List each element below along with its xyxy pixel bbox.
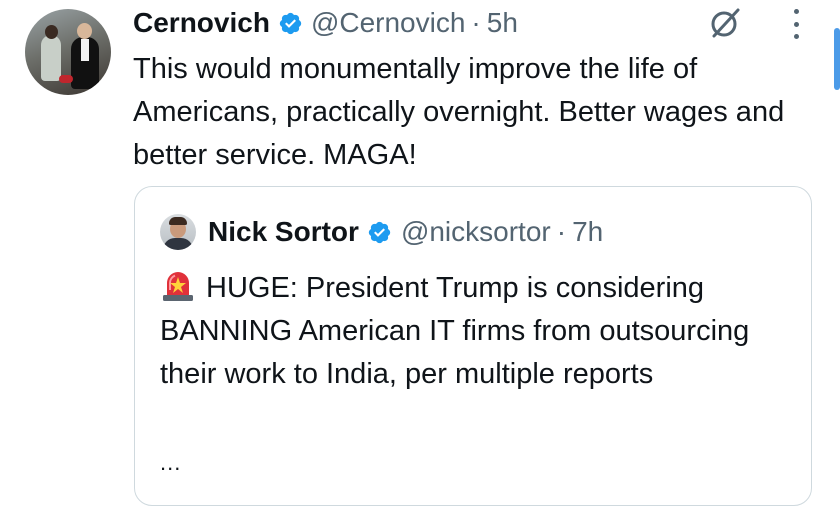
tweet-header: Cernovich @Cernovich · 5h bbox=[133, 4, 518, 42]
grok-icon[interactable] bbox=[707, 5, 743, 41]
truncation-ellipsis: ... bbox=[160, 450, 182, 475]
avatar-hair bbox=[169, 217, 187, 225]
verified-badge-icon bbox=[279, 12, 302, 34]
quoted-tweet-text: HUGE: President Trump is considering BAN… bbox=[160, 272, 750, 390]
quoted-author-name[interactable]: Nick Sortor bbox=[208, 216, 359, 248]
avatar-shirt bbox=[81, 39, 89, 61]
verified-badge-icon bbox=[368, 221, 391, 243]
scrollbar[interactable] bbox=[834, 28, 840, 90]
author-avatar[interactable] bbox=[25, 9, 111, 95]
avatar-figure-head bbox=[45, 25, 58, 39]
quoted-tweet-card[interactable]: Nick Sortor @nicksortor · 7h HUGE: Presi… bbox=[134, 186, 812, 506]
quoted-author-handle[interactable]: @nicksortor bbox=[401, 216, 551, 248]
quoted-author-avatar[interactable] bbox=[160, 214, 196, 250]
more-vertical-icon[interactable] bbox=[786, 9, 806, 39]
separator-dot: · bbox=[556, 216, 567, 247]
quoted-tweet-text-block: HUGE: President Trump is considering BAN… bbox=[160, 267, 800, 396]
author-name[interactable]: Cernovich bbox=[133, 7, 270, 39]
separator-dot: · bbox=[471, 7, 481, 38]
tweet-timestamp[interactable]: 5h bbox=[487, 7, 518, 39]
police-siren-icon bbox=[163, 272, 193, 301]
avatar-figure bbox=[41, 35, 61, 81]
quoted-tweet-timestamp[interactable]: 7h bbox=[572, 216, 603, 248]
author-handle[interactable]: @Cernovich bbox=[311, 7, 465, 39]
quoted-tweet-header: Nick Sortor @nicksortor · 7h bbox=[160, 214, 603, 250]
avatar-shoulders bbox=[163, 238, 193, 250]
avatar-detail bbox=[59, 75, 73, 83]
avatar-figure-head bbox=[77, 23, 92, 39]
tweet-text: This would monumentally improve the life… bbox=[133, 53, 785, 171]
